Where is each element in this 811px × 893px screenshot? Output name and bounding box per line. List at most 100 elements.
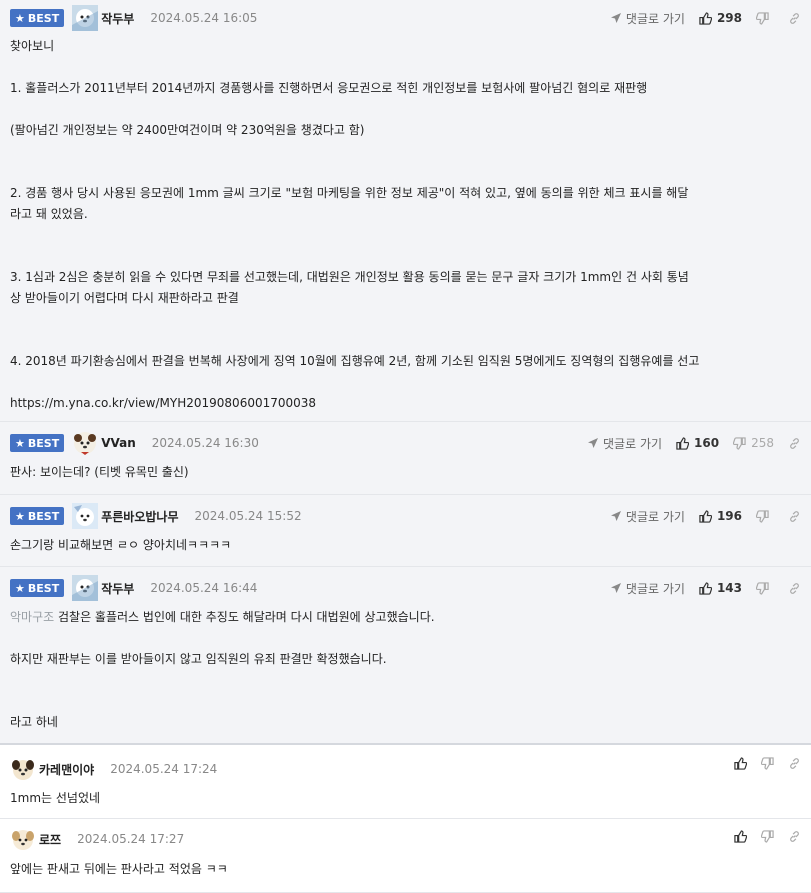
comment-date: 2024.05.24 16:05: [150, 11, 258, 25]
thumbs-up-icon: [676, 436, 690, 450]
comment-header: 카레맨이야 2024.05.24 17:24: [10, 756, 811, 782]
downvote-button[interactable]: [756, 581, 774, 595]
comment-actions: 댓글로 가기 160 258: [587, 431, 801, 455]
comment-link[interactable]: https://m.yna.co.kr/view/MYH201908060017…: [10, 393, 805, 414]
link-icon[interactable]: [788, 757, 801, 770]
comment-date: 2024.05.24 15:52: [194, 509, 302, 523]
avatar[interactable]: [72, 5, 99, 31]
upvote-button[interactable]: 298: [699, 11, 742, 25]
thumbs-down-icon: [761, 756, 774, 770]
comment-date: 2024.05.24 17:24: [110, 762, 218, 776]
comment-header: ★ BEST 작두부 2024.05.24 16:44 댓글로 가기 143: [10, 575, 811, 601]
comment-line: [10, 141, 805, 162]
star-icon: ★: [15, 509, 25, 523]
comment-line: 1. 홀플러스가 2011년부터 2014년까지 경품행사를 진행하면서 응모권…: [10, 81, 648, 95]
comment-header: 로쯔 2024.05.24 17:27: [10, 827, 811, 851]
comment-line: [10, 628, 805, 649]
upvote-count: 298: [716, 11, 742, 25]
best-badge: ★ BEST: [10, 579, 65, 597]
link-icon[interactable]: [788, 830, 801, 843]
avatar[interactable]: [10, 826, 36, 852]
star-icon: ★: [15, 11, 25, 25]
thumbs-up-icon: [734, 829, 747, 843]
comment-header: ★ BEST VVan 2024.05.24 16:30 댓글로 가기 160 2…: [10, 431, 811, 455]
star-icon: ★: [15, 581, 25, 595]
author-name[interactable]: 로쯔: [39, 831, 61, 848]
go-to-reply-link[interactable]: 댓글로 가기: [610, 10, 685, 27]
downvote-button[interactable]: 258: [733, 436, 774, 450]
upvote-button[interactable]: 160: [676, 436, 719, 450]
comment-line: 4. 2018년 파기환송심에서 판결을 번복해 사장에게 징역 10월에 집행…: [10, 354, 700, 368]
comment-4: 카레맨이야 2024.05.24 17:24 1mm는 선넘었네: [0, 745, 811, 819]
comment-line: 상 받아들이기 어렵다며 다시 재판하라고 판결: [10, 291, 239, 305]
comment-5: 로쯔 2024.05.24 17:27 앞에는 판새고 뒤에는 판사라고 적었음…: [0, 819, 811, 893]
upvote-button[interactable]: [734, 829, 747, 843]
comment-body: 찾아보니 1. 홀플러스가 2011년부터 2014년까지 경품행사를 진행하면…: [10, 36, 805, 414]
downvote-button[interactable]: [761, 756, 774, 770]
best-badge: ★ BEST: [10, 434, 65, 452]
avatar[interactable]: [10, 756, 36, 782]
link-icon[interactable]: [788, 510, 801, 523]
thumbs-down-icon: [756, 509, 769, 523]
thumbs-up-icon: [699, 581, 712, 595]
link-icon[interactable]: [788, 12, 801, 25]
thumbs-down-icon: [761, 829, 774, 843]
author-name[interactable]: 푸른바오밥나무: [101, 508, 178, 525]
comment-actions: [734, 751, 801, 775]
paper-plane-icon: [610, 511, 621, 521]
comment-actions: 댓글로 가기 196: [610, 504, 801, 528]
author-name[interactable]: VVan: [101, 436, 136, 450]
thumbs-down-icon: [733, 436, 746, 450]
comment-3: ★ BEST 작두부 2024.05.24 16:44 댓글로 가기 143 악…: [0, 567, 811, 745]
comment-line: [10, 246, 805, 267]
downvote-button[interactable]: [761, 829, 774, 843]
downvote-button[interactable]: [756, 11, 774, 25]
upvote-count: 196: [716, 509, 742, 523]
author-name[interactable]: 카레맨이야: [39, 761, 94, 778]
comment-line: 찾아보니: [10, 39, 55, 53]
comment-1: ★ BEST VVan 2024.05.24 16:30 댓글로 가기 160 2…: [0, 422, 811, 495]
comment-date: 2024.05.24 16:44: [150, 581, 258, 595]
comment-header: ★ BEST 푸른바오밥나무 2024.05.24 15:52 댓글로 가기 19…: [10, 503, 811, 529]
upvote-button[interactable]: 196: [699, 509, 742, 523]
comment-line: [10, 372, 805, 393]
go-to-reply-link[interactable]: 댓글로 가기: [610, 508, 685, 525]
comment-2: ★ BEST 푸른바오밥나무 2024.05.24 15:52 댓글로 가기 19…: [0, 495, 811, 567]
thumbs-up-icon: [699, 509, 712, 523]
comment-body: 1mm는 선넘었네: [10, 788, 805, 809]
go-to-reply-link[interactable]: 댓글로 가기: [610, 580, 685, 597]
comment-body: 앞에는 판새고 뒤에는 판사라고 적었음 ㅋㅋ: [10, 859, 805, 880]
comment-actions: 댓글로 가기 143: [610, 576, 801, 600]
star-icon: ★: [15, 436, 25, 450]
avatar[interactable]: [72, 430, 98, 456]
upvote-count: 143: [716, 581, 742, 595]
comment-line: 악마구조 검찰은 홀플러스 법인에 대한 추징도 해달라며 다시 대법원에 상고…: [10, 610, 435, 624]
comment-line: [10, 691, 805, 712]
go-to-reply-link[interactable]: 댓글로 가기: [587, 435, 662, 452]
comment-body: 악마구조 검찰은 홀플러스 법인에 대한 추징도 해달라며 다시 대법원에 상고…: [10, 607, 805, 733]
thumbs-down-icon: [756, 11, 769, 25]
avatar[interactable]: [72, 503, 99, 529]
comment-date: 2024.05.24 16:30: [151, 436, 259, 450]
downvote-button[interactable]: [756, 509, 774, 523]
avatar[interactable]: [72, 575, 99, 601]
link-icon[interactable]: [788, 437, 801, 450]
upvote-button[interactable]: 143: [699, 581, 742, 595]
comment-line: 라고 하네: [10, 715, 58, 729]
comment-line: [10, 99, 805, 120]
comment-line: (팔아넘긴 개인정보는 약 2400만여건이며 약 230억원을 챙겼다고 함): [10, 123, 365, 137]
thumbs-up-icon: [699, 11, 712, 25]
link-icon[interactable]: [788, 582, 801, 595]
author-name[interactable]: 작두부: [101, 580, 134, 597]
best-badge: ★ BEST: [10, 507, 65, 525]
comment-line: 하지만 재판부는 이를 받아들이지 않고 임직원의 유죄 판결만 확정했습니다.: [10, 652, 387, 666]
paper-plane-icon: [610, 13, 621, 23]
comment-line: 1mm는 선넘었네: [10, 791, 101, 805]
paper-plane-icon: [588, 438, 599, 448]
comment-body: 판사: 보이는데? (티벳 유목민 출신): [10, 462, 805, 483]
comment-header: ★ BEST 작두부 2024.05.24 16:05 댓글로 가기 298: [10, 5, 811, 31]
quoted-user[interactable]: 악마구조: [10, 610, 54, 624]
comment-line: 판사: 보이는데? (티벳 유목민 출신): [10, 465, 189, 479]
upvote-button[interactable]: [734, 756, 747, 770]
author-name[interactable]: 작두부: [101, 10, 134, 27]
